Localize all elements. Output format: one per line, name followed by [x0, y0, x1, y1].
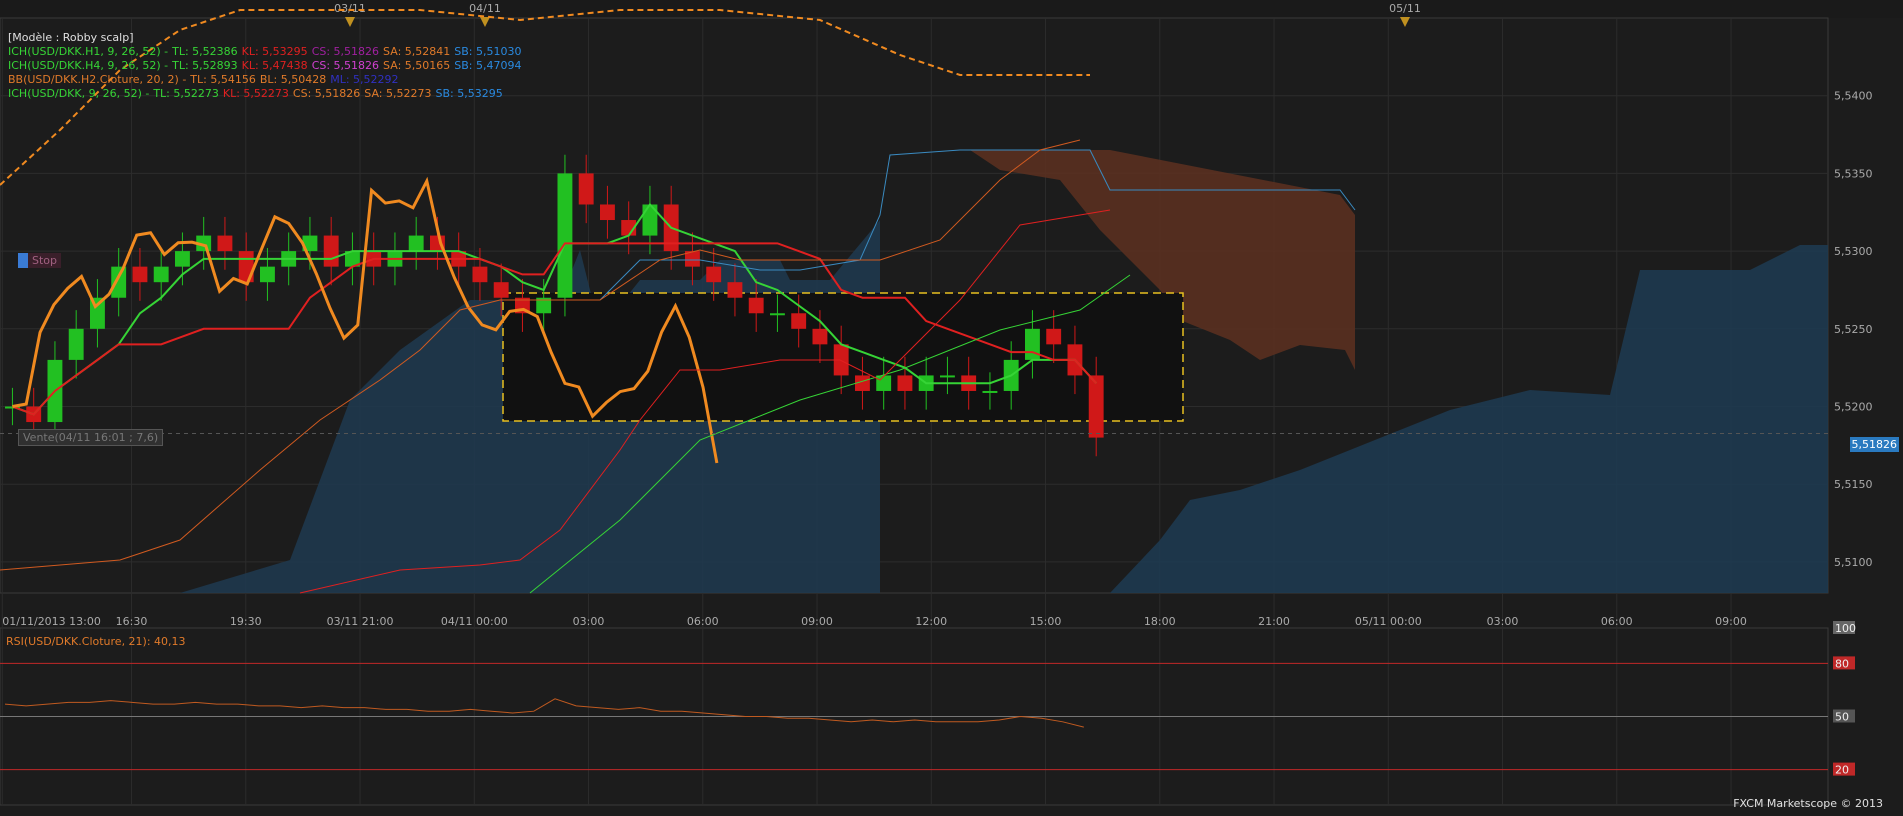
legend-row: BB(USD/DKK.H2.Cloture, 20, 2) - TL: 5,541… [8, 73, 526, 87]
candle-body [600, 204, 615, 221]
time-tick-label: 06:00 [1601, 615, 1633, 628]
candle-body [770, 313, 785, 316]
time-tick-label: 12:00 [915, 615, 947, 628]
top-date-marker: 05/11 [1389, 2, 1421, 15]
legend-value: SB: 5,53295 [435, 87, 503, 100]
rsi-label: RSI(USD/DKK.Cloture, 21): 40,13 [6, 635, 186, 648]
rsi-tick-label: 80 [1835, 657, 1849, 670]
candle-body [876, 375, 892, 391]
legend-value: KL: 5,47438 [241, 59, 308, 72]
candle-body [940, 375, 955, 378]
time-tick-label: 18:00 [1144, 615, 1176, 628]
legend-value: TL: 5,52273 [153, 87, 219, 100]
legend-value: SA: 5,50165 [383, 59, 451, 72]
legend-value: KL: 5,53295 [241, 45, 308, 58]
price-tick-label: 5,5400 [1834, 90, 1873, 103]
candle-body [727, 282, 743, 298]
candle-body [153, 266, 169, 283]
time-tick-label: 16:30 [116, 615, 148, 628]
legend-value: SB: 5,47094 [454, 59, 522, 72]
time-tick-label: 21:00 [1258, 615, 1290, 628]
legend-value: KL: 5,52273 [222, 87, 289, 100]
candle-body [748, 297, 764, 314]
time-tick-label: 04/11 00:00 [441, 615, 508, 628]
candle-body [68, 328, 84, 360]
time-tick-label: 06:00 [687, 615, 719, 628]
indicator-legend: [Modèle : Robby scalp] ICH(USD/DKK.H1, 9… [8, 31, 526, 100]
legend-value: TL: 5,52386 [172, 45, 238, 58]
legend-value: ICH(USD/DKK, 9, 26, 52) - [8, 87, 150, 100]
time-tick-label: 15:00 [1030, 615, 1062, 628]
candle-body [175, 251, 190, 267]
last-price-tag: 5,51826 [1849, 437, 1899, 452]
time-tick-label: 01/11/2013 13:00 [2, 615, 101, 628]
candle-body [812, 328, 828, 345]
rsi-tick-label: 20 [1835, 764, 1849, 777]
legend-value: BL: 5,50428 [259, 73, 327, 86]
candle-body [1088, 375, 1104, 438]
price-tick-label: 5,5200 [1834, 401, 1873, 414]
time-tick-label: 03:00 [573, 615, 605, 628]
legend-value: ICH(USD/DKK.H4, 9, 26, 52) - [8, 59, 169, 72]
candle-body [472, 266, 488, 283]
candle-body [323, 235, 339, 267]
time-tick-label: 09:00 [1715, 615, 1747, 628]
top-date-marker: 04/11 [469, 2, 501, 15]
candle-body [1046, 328, 1062, 345]
candle-body [493, 282, 509, 298]
legend-value: SB: 5,51030 [454, 45, 522, 58]
legend-value: CS: 5,51826 [311, 45, 380, 58]
candle-body [260, 266, 275, 283]
top-date-marker: 03/11 [334, 2, 366, 15]
legend-value: SA: 5,52273 [364, 87, 432, 100]
time-tick-label: 03:00 [1487, 615, 1519, 628]
candle-body [706, 266, 722, 283]
legend-value: CS: 5,51826 [292, 87, 361, 100]
legend-value: TL: 5,52893 [172, 59, 238, 72]
price-tick-label: 5,5350 [1834, 167, 1873, 180]
candle-body [982, 390, 998, 393]
legend-row: ICH(USD/DKK.H1, 9, 26, 52) - TL: 5,52386 K… [8, 45, 526, 59]
legend-value: ML: 5,52292 [330, 73, 399, 86]
rsi-tick-label: 50 [1835, 711, 1849, 724]
candle-body [578, 173, 594, 205]
time-tick-label: 03/11 21:00 [327, 615, 394, 628]
chart-window: 5,5400 5,5350 5,5300 5,5250 5,5200 5,5150 5,51… [0, 0, 1903, 812]
price-tick-label: 5,5150 [1834, 478, 1873, 491]
time-tick-label: 19:30 [230, 615, 262, 628]
rsi-tick-label: 100 [1835, 622, 1856, 635]
price-chart[interactable]: 5,5400 5,5350 5,5300 5,5250 5,5200 5,5150 5,51… [0, 0, 1903, 812]
legend-row: ICH(USD/DKK.H4, 9, 26, 52) - TL: 5,52893 K… [8, 59, 526, 73]
top-bar [0, 0, 1903, 18]
candle-body [897, 375, 913, 391]
stop-order-tag[interactable]: Stop [18, 253, 62, 268]
legend-row: ICH(USD/DKK, 9, 26, 52) - TL: 5,52273 KL: … [8, 87, 526, 101]
candle-body [791, 313, 807, 329]
legend-value: ICH(USD/DKK.H1, 9, 26, 52) - [8, 45, 169, 58]
candle-body [132, 266, 148, 283]
time-tick-label: 05/11 00:00 [1355, 615, 1422, 628]
candle-body [408, 235, 424, 252]
candle-body [1025, 328, 1040, 360]
candle-body [557, 173, 573, 298]
candle-body [217, 235, 233, 252]
legend-value: BB(USD/DKK.H2.Cloture, 20, 2) - [8, 73, 187, 86]
price-tick-label: 5,5250 [1834, 323, 1873, 336]
footer-copyright: FXCM Marketscope © 2013 [1733, 797, 1883, 810]
time-tick-label: 09:00 [801, 615, 833, 628]
template-name: [Modèle : Robby scalp] [8, 31, 134, 44]
legend-value: CS: 5,51826 [311, 59, 380, 72]
legend-value: TL: 5,54156 [190, 73, 256, 86]
legend-value: SA: 5,52841 [383, 45, 451, 58]
sell-order-tag[interactable]: Vente(04/11 16:01 ; 7,6) [18, 429, 164, 446]
price-tick-label: 5,5100 [1834, 556, 1873, 569]
price-tick-label: 5,5300 [1834, 245, 1873, 258]
candle-body [111, 266, 127, 298]
